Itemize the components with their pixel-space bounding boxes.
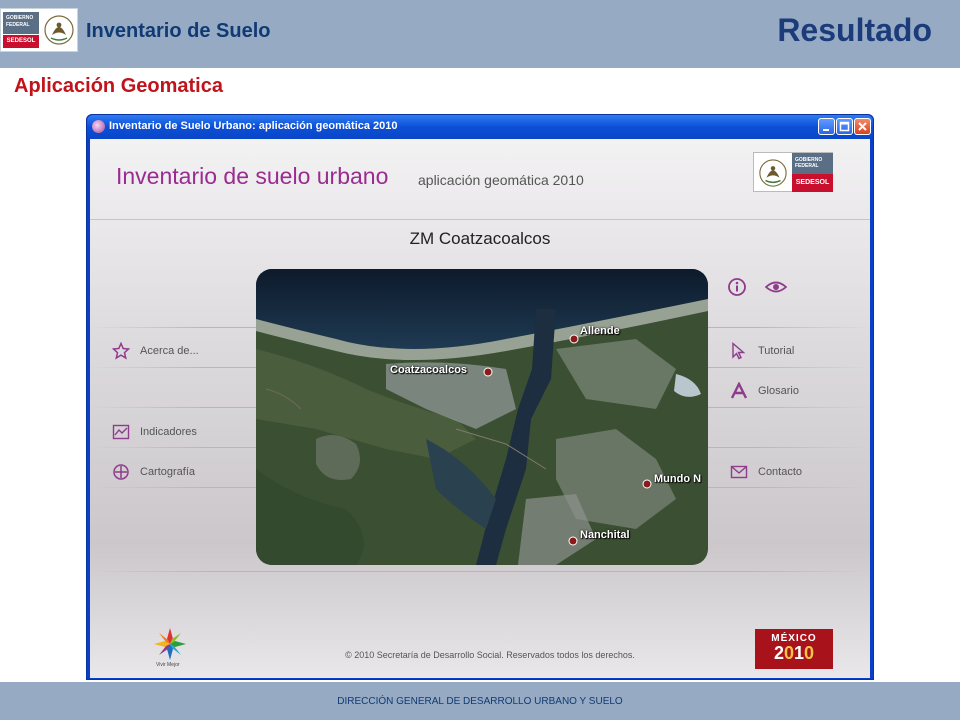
map-label-allende: Allende — [580, 325, 620, 337]
maximize-button[interactable] — [836, 118, 853, 135]
window-title: Inventario de Suelo Urbano: aplicación g… — [109, 120, 398, 132]
menu-item-indicadores[interactable]: Indicadores — [112, 421, 197, 443]
menu-item-label: Contacto — [758, 466, 803, 478]
logo-sedesol-text: SEDESOL — [3, 35, 39, 48]
app-client-area: Inventario de suelo urbano aplicación ge… — [90, 139, 870, 678]
menu-item-acerca[interactable]: Acerca de... — [112, 340, 199, 362]
info-icon[interactable] — [727, 277, 747, 297]
vivir-mejor-label: Vivir Mejor — [156, 662, 180, 668]
envelope-icon — [730, 465, 748, 479]
menu-item-label: Glosario — [758, 385, 799, 397]
page-title: Inventario de Suelo — [86, 20, 271, 42]
satellite-map-image — [256, 269, 708, 565]
cursor-icon — [732, 342, 746, 360]
menu-item-label: Acerca de... — [140, 345, 199, 357]
star-icon — [112, 342, 130, 360]
app-window-icon — [92, 120, 105, 133]
slide-footer: DIRECCIÓN GENERAL DE DESARROLLO URBANO Y… — [0, 682, 960, 720]
menu-item-label: Indicadores — [140, 426, 197, 438]
eagle-seal-icon — [44, 15, 74, 45]
mexico-2010-logo: MÉXICO 2010 — [755, 629, 833, 669]
copyright-text: © 2010 Secretaría de Desarrollo Social. … — [345, 650, 635, 660]
footer-text: DIRECCIÓN GENERAL DE DESARROLLO URBANO Y… — [337, 696, 623, 707]
menu-item-cartografia[interactable]: Cartografía — [112, 461, 195, 483]
app-window: Inventario de Suelo Urbano: aplicación g… — [86, 114, 874, 680]
minimize-button[interactable] — [818, 118, 835, 135]
minimize-icon — [823, 129, 829, 131]
logo-gobierno-text: GOBIERNO FEDERAL — [3, 12, 39, 34]
maximize-icon — [839, 121, 850, 132]
region-title: ZM Coatzacoalcos — [409, 229, 551, 248]
close-icon — [858, 122, 867, 131]
menu-item-label: Tutorial — [758, 345, 795, 357]
map-label-nanchital: Nanchital — [580, 529, 630, 541]
result-heading: Resultado — [777, 12, 932, 48]
divider — [90, 571, 870, 572]
slide-header: GOBIERNO FEDERAL SEDESOL Inventario de S… — [0, 0, 960, 68]
mexico-logo-year: 2010 — [773, 643, 815, 663]
menu-item-contacto[interactable]: Contacto — [730, 461, 802, 483]
sedesol-logo: GOBIERNO FEDERAL SEDESOL — [753, 152, 833, 192]
logo-gobierno-text: GOBIERNO FEDERAL — [792, 153, 833, 174]
map-label-coatzacoalcos: Coatzacoalcos — [390, 364, 468, 376]
satellite-map[interactable]: Allende Coatzacoalcos Mundo N Nanchital — [256, 269, 708, 565]
menu-item-tutorial[interactable]: Tutorial — [730, 340, 794, 362]
crosshair-icon — [113, 464, 129, 480]
eye-icon[interactable] — [765, 280, 787, 294]
vivir-mejor-logo-icon — [154, 628, 186, 660]
eagle-seal-icon — [759, 159, 787, 187]
close-button[interactable] — [854, 118, 871, 135]
window-titlebar[interactable]: Inventario de Suelo Urbano: aplicación g… — [87, 115, 873, 139]
menu-item-glosario[interactable]: Glosario — [730, 380, 799, 402]
app-title: Inventario de suelo urbano — [116, 163, 389, 189]
map-label-mundo-nuevo: Mundo N — [654, 473, 702, 485]
app-subtitle: aplicación geomática 2010 — [418, 172, 584, 188]
divider — [90, 219, 870, 220]
gobierno-federal-logo: GOBIERNO FEDERAL SEDESOL — [0, 8, 78, 52]
menu-item-label: Cartografía — [140, 466, 196, 478]
logo-sedesol-text: SEDESOL — [792, 174, 833, 192]
chart-icon — [112, 424, 130, 440]
letter-a-icon — [730, 382, 748, 399]
section-title: Aplicación Geomatica — [14, 75, 223, 97]
